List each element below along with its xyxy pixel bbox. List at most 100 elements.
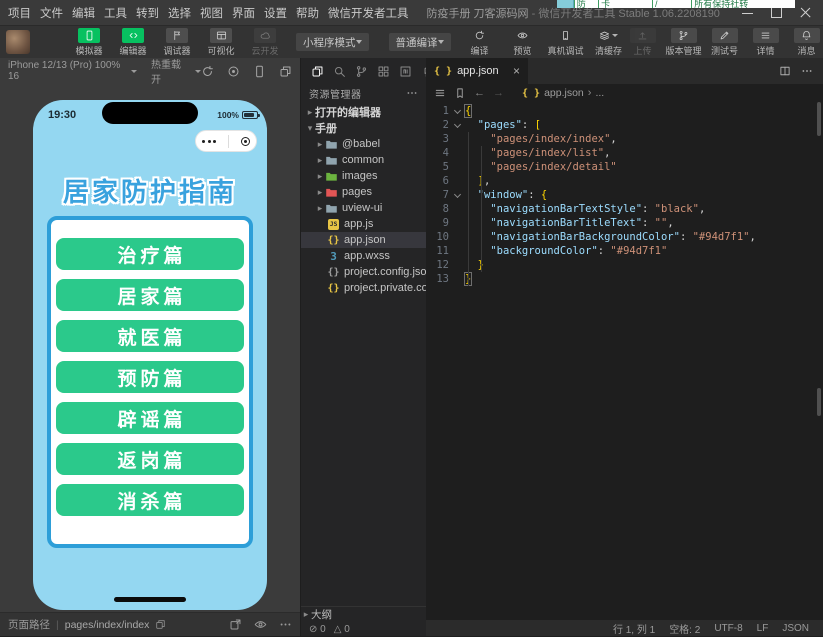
menu-工具[interactable]: 工具 bbox=[104, 5, 127, 21]
code-line-7[interactable]: 7 "window": { bbox=[426, 188, 815, 202]
tab-app-json[interactable]: { } app.json × bbox=[426, 58, 528, 84]
menu-设置[interactable]: 设置 bbox=[264, 5, 287, 21]
hide-simulator-icon[interactable] bbox=[254, 618, 267, 631]
encoding[interactable]: UTF-8 bbox=[714, 623, 742, 634]
清缓存-button[interactable]: 清缓存 bbox=[592, 28, 626, 57]
device-select[interactable]: iPhone 12/13 (Pro) 100% 16 bbox=[8, 60, 137, 82]
code-line-13[interactable]: 13} bbox=[426, 272, 815, 286]
cursor-position[interactable]: 行 1, 列 1 bbox=[613, 621, 655, 636]
breadcrumb[interactable]: { } app.json › ... bbox=[522, 87, 604, 99]
search-icon[interactable] bbox=[333, 65, 346, 78]
测试号-button[interactable]: 测试号 bbox=[708, 28, 742, 57]
bookmark-icon[interactable] bbox=[454, 87, 466, 99]
back-icon[interactable]: ← bbox=[474, 87, 485, 99]
code-line-8[interactable]: 8 "navigationBarTextStyle": "black", bbox=[426, 202, 815, 216]
language-mode[interactable]: JSON bbox=[782, 623, 809, 634]
code-line-11[interactable]: 11 "backgroundColor": "#94d7f1" bbox=[426, 244, 815, 258]
menu-文件[interactable]: 文件 bbox=[40, 5, 63, 21]
section-打开的编辑器[interactable]: ▸打开的编辑器 bbox=[301, 104, 426, 120]
code-line-3[interactable]: 3 "pages/index/index", bbox=[426, 132, 815, 146]
files-icon[interactable] bbox=[311, 65, 324, 78]
消息-button[interactable]: 消息 bbox=[790, 28, 823, 57]
tree-item-@babel[interactable]: ▸@babel bbox=[301, 136, 426, 152]
tree-item-app.js[interactable]: JSapp.js bbox=[301, 216, 426, 232]
phone-button-治疗篇[interactable]: 治疗篇 bbox=[56, 238, 244, 270]
menu-选择[interactable]: 选择 bbox=[168, 5, 191, 21]
phone-button-辟谣篇[interactable]: 辟谣篇 bbox=[56, 402, 244, 434]
close-icon[interactable] bbox=[800, 7, 811, 18]
section-手册[interactable]: ▾手册 bbox=[301, 120, 426, 136]
restart-icon[interactable] bbox=[201, 65, 214, 78]
detach-simulator-icon[interactable] bbox=[229, 618, 242, 631]
code-line-10[interactable]: 10 "navigationBarBackgroundColor": "#94d… bbox=[426, 230, 815, 244]
phone-button-预防篇[interactable]: 预防篇 bbox=[56, 361, 244, 393]
extensions-icon[interactable] bbox=[377, 65, 390, 78]
eol[interactable]: LF bbox=[757, 623, 769, 634]
menu-视图[interactable]: 视图 bbox=[200, 5, 223, 21]
menu-lines-icon[interactable] bbox=[434, 87, 446, 99]
tree-item-app.wxss[interactable]: 3app.wxss bbox=[301, 248, 426, 264]
more-icon[interactable] bbox=[279, 618, 292, 631]
git-branch-icon[interactable] bbox=[355, 65, 368, 78]
record-icon[interactable] bbox=[227, 65, 240, 78]
tree-item-pages[interactable]: ▸pages bbox=[301, 184, 426, 200]
close-tab-icon[interactable]: × bbox=[513, 65, 520, 77]
调试器-button[interactable]: 调试器 bbox=[160, 28, 194, 57]
code-line-4[interactable]: 4 "pages/index/list", bbox=[426, 146, 815, 160]
code-line-6[interactable]: 6 ], bbox=[426, 174, 815, 188]
真机调试-button[interactable]: 真机调试 bbox=[549, 28, 583, 57]
编辑器-button[interactable]: 编辑器 bbox=[116, 28, 150, 57]
npm-icon[interactable] bbox=[399, 65, 412, 78]
code-area[interactable]: 1{2 "pages": [3 "pages/index/index",4 "p… bbox=[426, 104, 815, 620]
模拟器-button[interactable]: 模拟器 bbox=[72, 28, 106, 57]
code-line-9[interactable]: 9 "navigationBarTitleText": "", bbox=[426, 216, 815, 230]
可视化-button[interactable]: 可视化 bbox=[204, 28, 238, 57]
menu-项目[interactable]: 项目 bbox=[8, 5, 31, 21]
phone-button-消杀篇[interactable]: 消杀篇 bbox=[56, 484, 244, 516]
exit-icon[interactable] bbox=[241, 137, 250, 146]
outline-section[interactable]: ▸大纲 bbox=[301, 607, 426, 622]
上传-button[interactable]: 上传 bbox=[626, 28, 660, 57]
phone-button-返岗篇[interactable]: 返岗篇 bbox=[56, 443, 244, 475]
tree-item-common[interactable]: ▸common bbox=[301, 152, 426, 168]
menu-界面[interactable]: 界面 bbox=[232, 5, 255, 21]
more-icon[interactable] bbox=[801, 65, 813, 77]
multi-window-icon[interactable] bbox=[279, 65, 292, 78]
maximize-icon[interactable] bbox=[771, 7, 782, 18]
device-frame-icon[interactable] bbox=[253, 65, 266, 78]
miniprogram-capsule[interactable] bbox=[195, 130, 257, 152]
menu-转到[interactable]: 转到 bbox=[136, 5, 159, 21]
tree-item-project.config.json[interactable]: {}project.config.json bbox=[301, 264, 426, 280]
预览-button[interactable]: 预览 bbox=[506, 28, 540, 57]
avatar[interactable] bbox=[6, 30, 30, 54]
phone-button-居家篇[interactable]: 居家篇 bbox=[56, 279, 244, 311]
code-line-1[interactable]: 1{ bbox=[426, 104, 815, 118]
scrollbar-thumb[interactable] bbox=[817, 102, 821, 136]
menu-编辑[interactable]: 编辑 bbox=[72, 5, 95, 21]
forward-icon[interactable]: → bbox=[493, 87, 504, 99]
code-line-2[interactable]: 2 "pages": [ bbox=[426, 118, 815, 132]
menu-微信开发者工具[interactable]: 微信开发者工具 bbox=[328, 5, 409, 21]
云开发-button[interactable]: 云开发 bbox=[248, 28, 282, 57]
版本管理-button[interactable]: 版本管理 bbox=[667, 28, 701, 57]
tree-item-uview-ui[interactable]: ▸uview-ui bbox=[301, 200, 426, 216]
mode-select[interactable]: 小程序模式 bbox=[296, 33, 369, 51]
tree-item-images[interactable]: ▸images bbox=[301, 168, 426, 184]
code-line-12[interactable]: 12 } bbox=[426, 258, 815, 272]
more-icon[interactable] bbox=[406, 87, 418, 99]
indentation[interactable]: 空格: 2 bbox=[669, 621, 700, 636]
compile-select[interactable]: 普通编译 bbox=[389, 33, 451, 51]
copy-icon[interactable] bbox=[155, 619, 166, 630]
tree-item-project.private.config.js...[interactable]: {}project.private.config.js... bbox=[301, 280, 426, 296]
编译-button[interactable]: 编译 bbox=[463, 28, 497, 57]
minimize-icon[interactable] bbox=[742, 7, 753, 18]
more-icon[interactable] bbox=[202, 140, 216, 143]
tree-item-app.json[interactable]: {}app.json bbox=[301, 232, 426, 248]
menu-帮助[interactable]: 帮助 bbox=[296, 5, 319, 21]
code-line-5[interactable]: 5 "pages/index/detail" bbox=[426, 160, 815, 174]
split-editor-icon[interactable] bbox=[779, 65, 791, 77]
hot-reload-toggle[interactable]: 热重载 开 bbox=[151, 56, 201, 86]
phone-button-就医篇[interactable]: 就医篇 bbox=[56, 320, 244, 352]
详情-button[interactable]: 详情 bbox=[749, 28, 783, 57]
page-path-select[interactable]: 页面路径 bbox=[8, 617, 50, 632]
